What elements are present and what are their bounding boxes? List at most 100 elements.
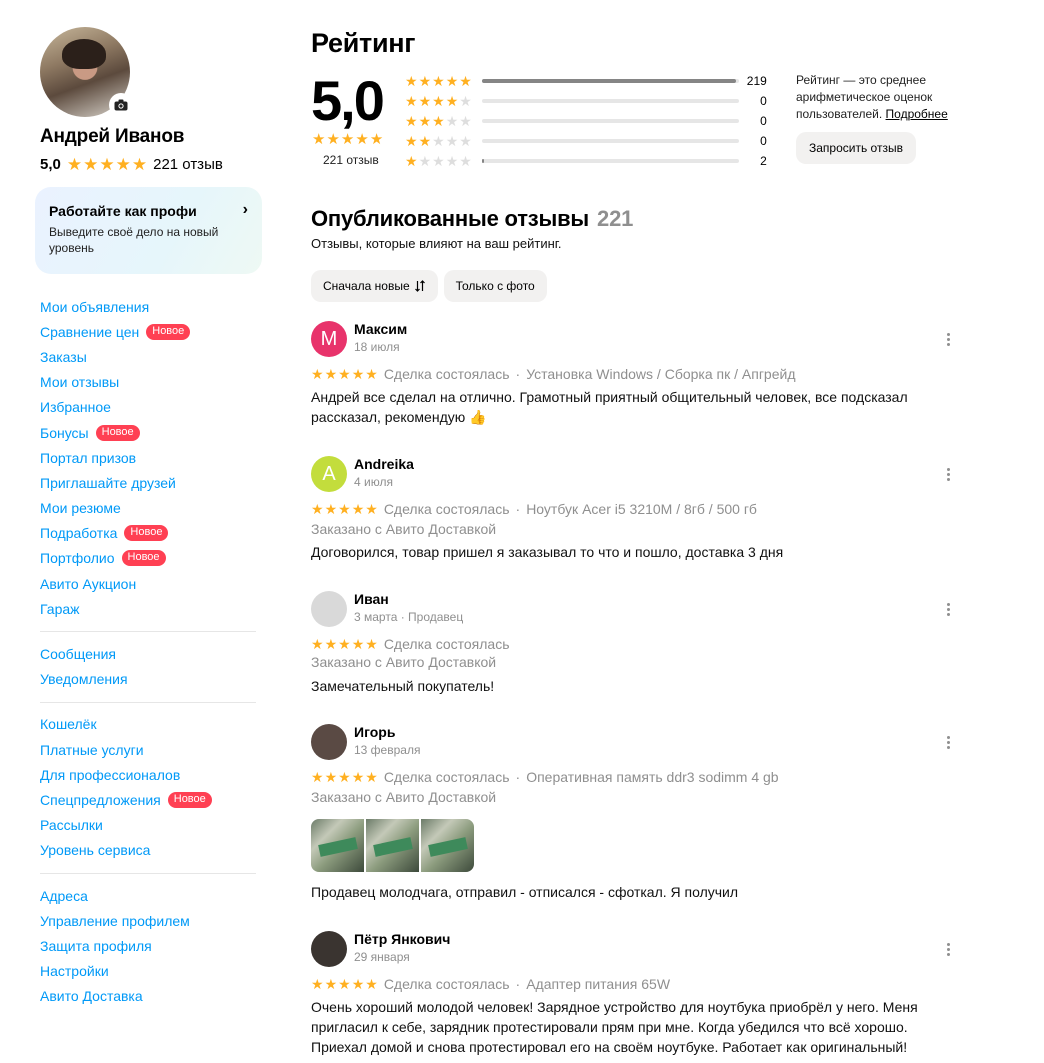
star-icon: ★ bbox=[351, 769, 365, 785]
star-icon: ★ bbox=[351, 636, 365, 652]
nav-item[interactable]: Мои отзывы bbox=[40, 370, 262, 395]
reviewer-name[interactable]: Иван bbox=[354, 591, 389, 607]
distribution-count: 0 bbox=[760, 134, 767, 148]
nav-item[interactable]: Адреса bbox=[40, 883, 262, 908]
reviewer-avatar[interactable] bbox=[311, 591, 347, 627]
rating-stars: ★ ★ ★ ★ ★ bbox=[312, 132, 383, 147]
only-photo-chip[interactable]: Только с фото bbox=[443, 270, 547, 302]
review-photo[interactable] bbox=[311, 819, 364, 872]
distribution-bar bbox=[481, 99, 739, 103]
pro-promo-card[interactable]: Работайте как профи Выведите своё дело н… bbox=[35, 187, 262, 274]
camera-icon[interactable] bbox=[109, 93, 133, 117]
nav-item[interactable]: Сообщения bbox=[40, 641, 262, 666]
profile-reviews-count[interactable]: 221 отзыв bbox=[153, 156, 223, 173]
reviewer-name[interactable]: Пётр Янкович bbox=[354, 931, 450, 947]
nav-item[interactable]: Авито Аукцион bbox=[40, 571, 262, 596]
sort-newest-chip[interactable]: Сначала новые bbox=[311, 270, 438, 302]
star-icon: ★ bbox=[311, 366, 324, 382]
nav-item[interactable]: Защита профиля bbox=[40, 933, 262, 958]
nav-item[interactable]: Подработка Новое bbox=[40, 521, 262, 546]
nav-item[interactable]: Приглашайте друзей bbox=[40, 470, 262, 495]
star-icon: ★ bbox=[365, 769, 378, 785]
nav-item[interactable]: Настройки bbox=[40, 959, 262, 984]
nav-item[interactable]: Сравнение цен Новое bbox=[40, 319, 262, 344]
nav-item[interactable]: Избранное bbox=[40, 395, 262, 420]
review-date: 13 февраля bbox=[354, 743, 421, 757]
distribution-bar-fill bbox=[481, 79, 737, 83]
reviewer-avatar[interactable] bbox=[311, 931, 347, 967]
reviewer-name[interactable]: Andreika bbox=[354, 456, 414, 472]
distribution-row: ★ ★ ★ ★ ★ 2 bbox=[405, 151, 785, 171]
star-icon: ★ bbox=[365, 636, 378, 652]
nav-item[interactable]: Заказы bbox=[40, 344, 262, 369]
nav-item[interactable]: Управление профилем bbox=[40, 908, 262, 933]
more-vertical-icon[interactable] bbox=[944, 943, 952, 956]
review-deal-line: ★ ★ ★ ★ ★ Сделка состоялась · Оперативная памят… bbox=[311, 769, 779, 785]
review-date: 3 марта · Продавец bbox=[354, 610, 464, 624]
more-link[interactable]: Подробнее bbox=[886, 107, 948, 121]
star-icon: ★ bbox=[311, 501, 324, 517]
nav-item[interactable]: Авито Доставка bbox=[40, 984, 262, 1009]
reviewer-avatar[interactable]: M bbox=[311, 321, 347, 357]
nav-item[interactable]: Рассылки bbox=[40, 813, 262, 838]
dot-separator: · bbox=[515, 976, 521, 992]
star-icon: ★ bbox=[459, 73, 472, 89]
nav-item-label: Настройки bbox=[40, 963, 109, 980]
star-icon: ★ bbox=[324, 976, 338, 992]
review-photo[interactable] bbox=[366, 819, 419, 872]
review-deal-line: ★ ★ ★ ★ ★ Сделка состоялась · Установка Windows… bbox=[311, 366, 795, 382]
nav-item[interactable]: Для профессионалов bbox=[40, 762, 262, 787]
deal-item[interactable]: Адаптер питания 65W bbox=[526, 976, 670, 992]
nav-item[interactable]: Спецпредложения Новое bbox=[40, 787, 262, 812]
reviewer-avatar[interactable]: A bbox=[311, 456, 347, 492]
more-vertical-icon[interactable] bbox=[944, 736, 952, 749]
distribution-count: 2 bbox=[760, 154, 767, 168]
nav-item-label: Мои резюме bbox=[40, 500, 121, 517]
nav-item[interactable]: Мои объявления bbox=[40, 294, 262, 319]
star-icon: ★ bbox=[338, 976, 351, 992]
profile-rating: 5,0 ★ ★ ★ ★ ★ 221 отзыв bbox=[40, 156, 262, 173]
deal-item[interactable]: Ноутбук Acer i5 3210M / 8гб / 500 гб bbox=[526, 501, 757, 517]
star-icon: ★ bbox=[459, 93, 472, 109]
star-icon: ★ bbox=[445, 153, 459, 169]
star-icon: ★ bbox=[365, 366, 378, 382]
review-text: Замечательный покупатель! bbox=[311, 678, 495, 694]
more-vertical-icon[interactable] bbox=[944, 333, 952, 346]
delivery-note: Заказано с Авито Доставкой bbox=[311, 789, 497, 805]
nav-item[interactable]: Уведомления bbox=[40, 667, 262, 692]
reviewer-name[interactable]: Игорь bbox=[354, 724, 395, 740]
star-icon: ★ bbox=[432, 153, 445, 169]
profile-avatar[interactable] bbox=[40, 27, 133, 117]
star-icon: ★ bbox=[324, 501, 338, 517]
nav-item-label: Платные услуги bbox=[40, 741, 144, 758]
reviewer-avatar[interactable] bbox=[311, 724, 347, 760]
nav-item-label: Бонусы bbox=[40, 424, 89, 441]
deal-item[interactable]: Оперативная память ddr3 sodimm 4 gb bbox=[526, 769, 778, 785]
nav-item[interactable]: Портфолио Новое bbox=[40, 546, 262, 571]
deal-item[interactable]: Установка Windows / Сборка пк / Апгрейд bbox=[526, 366, 795, 382]
nav-item[interactable]: Гараж bbox=[40, 596, 262, 621]
nav-item[interactable]: Бонусы Новое bbox=[40, 420, 262, 445]
more-vertical-icon[interactable] bbox=[944, 603, 952, 616]
star-icon: ★ bbox=[418, 73, 432, 89]
review-stars: ★ ★ ★ ★ ★ bbox=[311, 770, 378, 784]
dot-separator: · bbox=[515, 501, 521, 517]
reviewer-name[interactable]: Максим bbox=[354, 321, 407, 337]
more-vertical-icon[interactable] bbox=[944, 468, 952, 481]
nav-item[interactable]: Портал призов bbox=[40, 445, 262, 470]
distribution-bar bbox=[481, 119, 739, 123]
review-text: Продавец молодчага, отправил - отписался… bbox=[311, 884, 739, 900]
star-icon: ★ bbox=[66, 155, 83, 174]
request-review-button[interactable]: Запросить отзыв bbox=[796, 132, 916, 164]
nav-item[interactable]: Мои резюме bbox=[40, 496, 262, 521]
review-photo[interactable] bbox=[421, 819, 474, 872]
nav-item-label: Портал призов bbox=[40, 449, 137, 466]
review-photos bbox=[311, 819, 474, 872]
star-icon: ★ bbox=[445, 73, 459, 89]
star-icon: ★ bbox=[365, 976, 378, 992]
nav-item-label: Подработка bbox=[40, 525, 118, 542]
nav-item[interactable]: Уровень сервиса bbox=[40, 838, 262, 863]
nav-item[interactable]: Кошелёк bbox=[40, 712, 262, 737]
nav-item[interactable]: Платные услуги bbox=[40, 737, 262, 762]
star-icon: ★ bbox=[311, 769, 324, 785]
